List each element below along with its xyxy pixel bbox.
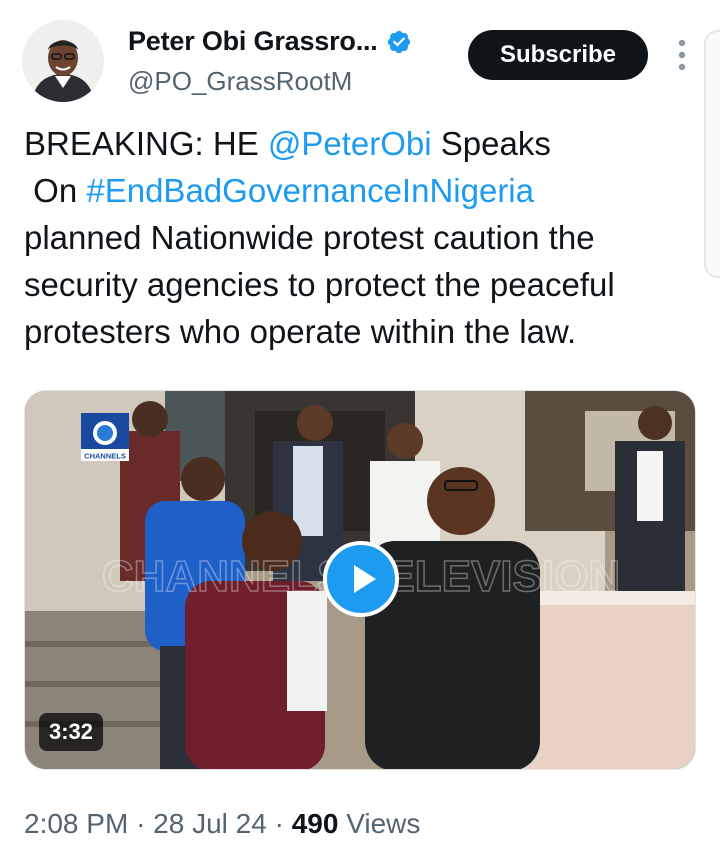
avatar-image	[22, 20, 104, 102]
channel-logo-text: CHANNELS	[84, 452, 126, 461]
tweet-time[interactable]: 2:08 PM	[24, 808, 128, 839]
play-icon[interactable]	[323, 541, 399, 617]
tweet-meta: 2:08 PM · 28 Jul 24 · 490 Views	[24, 808, 420, 840]
scrollbar[interactable]	[704, 30, 720, 278]
user-handle[interactable]: @PO_GrassRootM	[128, 66, 352, 97]
tweet-line-2: On #EndBadGovernanceInNigeria	[24, 167, 704, 214]
views-count[interactable]: 490	[292, 808, 339, 839]
tweet-text-segment: Speaks	[431, 125, 551, 162]
more-options-icon[interactable]	[674, 38, 690, 72]
tweet-text: BREAKING: HE @PeterObi Speaks On #EndBad…	[24, 120, 704, 355]
tweet-line-5: protesters who operate within the law.	[24, 313, 577, 350]
mention-link[interactable]: @PeterObi	[268, 125, 432, 162]
meta-separator: ·	[274, 808, 284, 839]
avatar[interactable]	[22, 20, 104, 102]
tweet-date[interactable]: 28 Jul 24	[153, 808, 267, 839]
video-duration: 3:32	[39, 713, 104, 751]
tweet-text-segment: On	[24, 172, 87, 209]
tweet-text-segment: BREAKING: HE	[24, 125, 268, 162]
tweet-header: Peter Obi Grassro... @PO_GrassRootM Subs…	[22, 20, 712, 104]
video-player[interactable]: CHANNELS CHANNELS TELEVISION 3:32	[24, 390, 696, 770]
name-row: Peter Obi Grassro...	[128, 26, 412, 57]
tweet-line-4: security agencies to protect the peacefu…	[24, 266, 615, 303]
views-label: Views	[346, 808, 421, 839]
subscribe-button[interactable]: Subscribe	[468, 30, 648, 80]
hashtag-link[interactable]: #EndBadGovernanceInNigeria	[86, 172, 534, 209]
verified-badge-icon[interactable]	[386, 29, 412, 55]
meta-separator: ·	[136, 808, 146, 839]
tweet-line-1: BREAKING: HE @PeterObi Speaks	[24, 120, 704, 167]
tweet-line-3: planned Nationwide protest caution the	[24, 219, 595, 256]
display-name[interactable]: Peter Obi Grassro...	[128, 26, 378, 57]
